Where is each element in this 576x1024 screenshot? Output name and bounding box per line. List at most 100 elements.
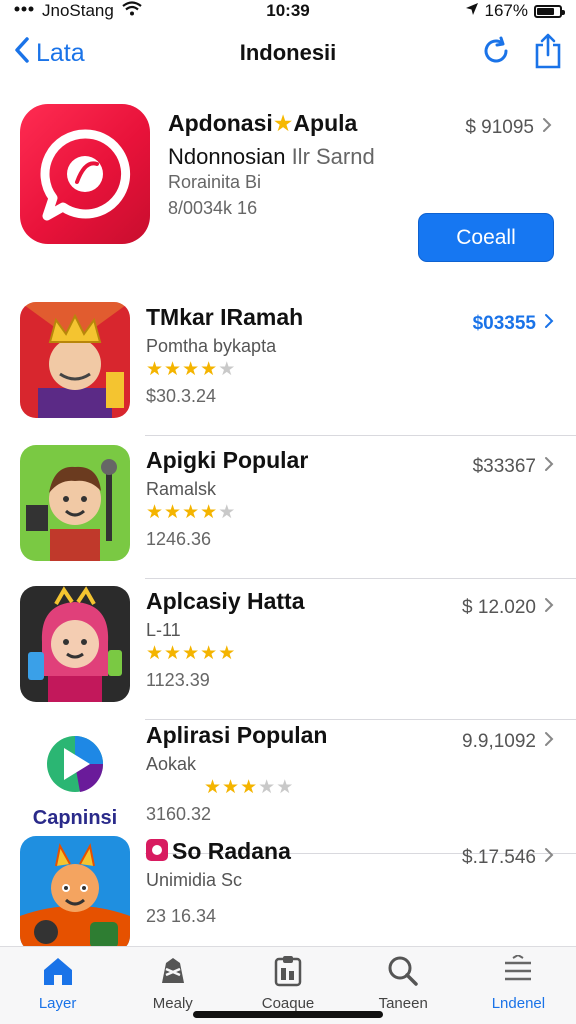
menu-icon bbox=[501, 953, 535, 991]
featured-price-text: $ 91095 bbox=[465, 116, 534, 138]
featured-app-developer: Rorainita Bi bbox=[168, 172, 262, 192]
row-divider bbox=[145, 578, 576, 579]
star-rating: ★★★★★ bbox=[204, 776, 294, 799]
app-price[interactable]: 9.9,1092 bbox=[462, 730, 554, 753]
star-icon: ★ bbox=[200, 643, 219, 664]
play-logo-icon: Capninsi bbox=[20, 720, 130, 836]
app-price-text: $ 12.020 bbox=[462, 596, 536, 618]
app-subtitle: Aokak bbox=[146, 754, 197, 774]
nav-actions bbox=[402, 33, 562, 74]
status-bar: JnoStang 10:39 167% bbox=[0, 0, 576, 22]
games-icon bbox=[156, 955, 190, 991]
star-icon: ★ bbox=[276, 777, 295, 798]
app-row[interactable]: Apigki Popular Ramalsk ★★★★★ 1246.36 $33367 bbox=[0, 443, 576, 579]
star-icon: ★ bbox=[218, 359, 237, 380]
app-title: Aplcasiy Hatta bbox=[146, 588, 305, 615]
app-title-text: Apigki Popular bbox=[146, 447, 309, 473]
chat-bubble-icon bbox=[40, 129, 131, 221]
star-icon: ★ bbox=[218, 643, 237, 664]
status-left: JnoStang bbox=[14, 1, 204, 21]
featured-app-title: Apdonasi★Apula bbox=[168, 110, 357, 137]
star-icon: ★ bbox=[182, 359, 201, 380]
app-title: Aplirasi Populan bbox=[146, 722, 327, 749]
chevron-right-icon bbox=[544, 312, 554, 335]
app-row[interactable]: TMkar IRamah Pomtha bykapta ★★★★★ $30.3.24 $… bbox=[0, 300, 576, 436]
wifi-icon bbox=[122, 1, 142, 21]
app-price[interactable]: $33367 bbox=[473, 455, 554, 478]
navigation-bar: Lata Indonesii bbox=[0, 26, 576, 80]
star-icon: ★ bbox=[146, 643, 165, 664]
tab-label: Lndenel bbox=[491, 995, 546, 1012]
battery-icon bbox=[534, 4, 565, 18]
carrier-name: JnoStang bbox=[42, 1, 114, 20]
star-icon: ★ bbox=[240, 777, 259, 798]
app-price[interactable]: $03355 bbox=[473, 312, 554, 335]
app-meta: 23 16.34 bbox=[146, 906, 217, 926]
back-button[interactable]: Lata bbox=[14, 36, 174, 70]
star-icon: ★ bbox=[204, 777, 223, 798]
icon-caption: Capninsi bbox=[33, 807, 117, 829]
app-meta: 1123.39 bbox=[146, 670, 210, 690]
search-icon bbox=[386, 955, 420, 991]
back-label: Lata bbox=[36, 38, 85, 67]
app-title: TMkar IRamah bbox=[146, 304, 303, 331]
featured-title-text: Apdonasi bbox=[168, 110, 273, 136]
app-price[interactable]: $ 12.020 bbox=[462, 596, 554, 619]
app-badge-icon bbox=[146, 838, 172, 864]
app-meta: 1246.36 bbox=[146, 529, 212, 549]
app-price-text: $33367 bbox=[472, 455, 536, 477]
chevron-right-icon bbox=[544, 596, 554, 619]
star-icon: ★ bbox=[272, 110, 294, 136]
star-icon: ★ bbox=[182, 643, 201, 664]
share-icon[interactable] bbox=[534, 33, 562, 74]
featured-app[interactable]: Apdonasi★Apula Ndonnosian Ilr Sarnd Rora… bbox=[20, 100, 560, 270]
status-right: 167% bbox=[372, 1, 565, 21]
tab-label: Coaque bbox=[261, 995, 315, 1012]
app-row[interactable]: Aplcasiy Hatta L-11 ★★★★★ 1123.39 $ 12.020 bbox=[0, 584, 576, 720]
star-icon: ★ bbox=[164, 643, 183, 664]
horned-character-icon bbox=[20, 836, 130, 952]
location-arrow-icon bbox=[465, 1, 479, 21]
app-price-text: $03355 bbox=[472, 312, 536, 334]
featured-app-subtitle: Ndonnosian Ilr Sarnd bbox=[168, 144, 375, 170]
app-subtitle: L-11 bbox=[146, 620, 181, 640]
tab-lndenel[interactable]: Lndenel bbox=[461, 947, 576, 1024]
apps-icon bbox=[271, 955, 305, 991]
app-subtitle: Unimidia Sc bbox=[146, 870, 243, 890]
app-title-text: Aplirasi Populan bbox=[146, 722, 328, 748]
star-icon: ★ bbox=[146, 502, 165, 523]
star-icon: ★ bbox=[164, 502, 183, 523]
chevron-right-icon bbox=[544, 730, 554, 753]
star-icon: ★ bbox=[200, 359, 219, 380]
featured-app-price[interactable]: $ 91095 bbox=[465, 116, 552, 139]
app-price-text: 9.9,1092 bbox=[462, 730, 536, 752]
refresh-icon[interactable] bbox=[480, 35, 512, 72]
app-meta: $30.3.24 bbox=[146, 386, 217, 406]
star-rating: ★★★★★ bbox=[146, 501, 236, 524]
character-game-icon bbox=[20, 586, 130, 702]
get-button[interactable]: Coeall bbox=[418, 213, 554, 262]
singer-game-icon bbox=[20, 445, 130, 561]
tab-layer[interactable]: Layer bbox=[0, 947, 115, 1024]
star-icon: ★ bbox=[222, 777, 241, 798]
featured-title-suffix: Apula bbox=[293, 110, 358, 136]
chevron-left-icon bbox=[14, 36, 30, 70]
star-icon: ★ bbox=[258, 777, 277, 798]
app-title-text: TMkar IRamah bbox=[146, 304, 304, 330]
featured-app-icon bbox=[20, 104, 150, 244]
tab-label: Taneen bbox=[378, 995, 428, 1012]
app-price[interactable]: $.17.546 bbox=[462, 846, 554, 869]
chevron-right-icon bbox=[542, 116, 552, 139]
app-title-text: Aplcasiy Hatta bbox=[146, 588, 305, 614]
app-title: Apigki Popular bbox=[146, 447, 308, 474]
app-subtitle: Pomtha bykapta bbox=[146, 336, 277, 356]
app-price-text: $.17.546 bbox=[462, 846, 536, 868]
row-divider bbox=[145, 435, 576, 436]
featured-app-meta: 8/0034k 16 bbox=[168, 198, 258, 218]
page-title: Indonesii bbox=[239, 40, 337, 65]
app-subtitle: Ramalsk bbox=[146, 479, 217, 499]
chevron-right-icon bbox=[544, 846, 554, 869]
tab-label: Mealy bbox=[152, 995, 193, 1012]
status-time: 10:39 bbox=[266, 1, 310, 20]
featured-subtitle-muted: Ilr Sarnd bbox=[291, 144, 375, 169]
